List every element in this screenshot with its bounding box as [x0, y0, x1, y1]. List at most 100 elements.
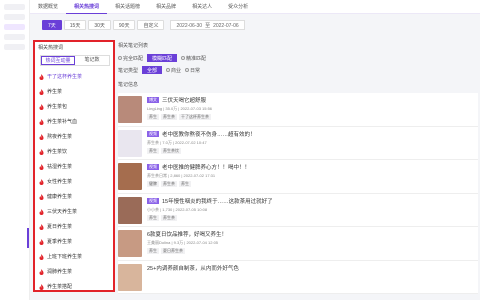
- note-tag[interactable]: 养生: [179, 181, 191, 187]
- note-tag[interactable]: 养生茶: [161, 214, 177, 221]
- note-row[interactable]: 6款夏日饮品推荐，好喝又养生！ 王美丽Dolina | 9.3万 | 2022-0…: [118, 227, 478, 261]
- tab-interaction[interactable]: 热词互动量: [41, 56, 75, 65]
- keyword-item[interactable]: 女性养生茶: [39, 174, 111, 189]
- note-row[interactable]: 视频 老中医推的健脾养心方！！喝中！！ 养生茶日常 | 2,860 | 2022-0…: [118, 160, 478, 194]
- note-type-badge: 博文: [147, 97, 159, 103]
- note-tag[interactable]: 养生: [147, 214, 159, 221]
- note-thumbnail[interactable]: [118, 263, 142, 291]
- date-range-picker[interactable]: 2022-06-30 至 2022-07-06: [170, 20, 245, 30]
- note-author[interactable]: LingLing: [147, 106, 162, 111]
- note-tag[interactable]: 夏日养生茶: [161, 248, 185, 254]
- note-author[interactable]: 王美丽Dolina: [147, 240, 170, 245]
- range-custom-button[interactable]: 自定义: [137, 20, 165, 30]
- keyword-item[interactable]: 熬夜养生茶: [39, 129, 111, 144]
- note-thumbnail[interactable]: [118, 96, 142, 123]
- match-option[interactable]: 精准匹配: [181, 55, 206, 62]
- keyword-item[interactable]: 健康养生茶: [39, 189, 111, 204]
- keyword-item[interactable]: 养生茶饮: [39, 144, 111, 159]
- note-type-badge: 视频: [147, 130, 159, 137]
- fire-icon: [39, 103, 44, 110]
- note-title[interactable]: 15年慢性咽炎的我终于……这款茶用过就好了: [162, 197, 273, 205]
- range-7d-button[interactable]: 7天: [42, 20, 62, 30]
- note-author[interactable]: 小小茶: [147, 207, 159, 212]
- keyword-item[interactable]: 夏季养生茶: [39, 234, 111, 249]
- note-tags: 养生 养生茶: [147, 214, 447, 221]
- sidebar-item[interactable]: [4, 14, 25, 20]
- keyword-item[interactable]: 夏日养生茶: [39, 219, 111, 234]
- sidebar-item[interactable]: [4, 4, 25, 10]
- keyword-item[interactable]: 三伏天养生茶: [39, 204, 111, 219]
- note-title[interactable]: 25+内调养颜自制茶，从内而外好气色: [147, 264, 239, 272]
- tab-audience[interactable]: 受众分析: [220, 0, 256, 14]
- keyword-item[interactable]: 干了这杯养生茶: [39, 69, 111, 84]
- note-row[interactable]: 视频 15年慢性咽炎的我终于……这款茶用过就好了 小小茶 | 1,730 | 202…: [118, 193, 478, 227]
- tab-topics[interactable]: 相关话题榜: [107, 0, 148, 14]
- note-info: 视频 老中医教你熬夜不伤身……超有效的！ 养生茶 | 7.0万 | 2022-07-…: [147, 130, 447, 154]
- sidebar-item[interactable]: [4, 24, 25, 30]
- note-tag[interactable]: 养生茶: [161, 181, 177, 187]
- note-thumbnail[interactable]: [118, 230, 142, 257]
- note-title[interactable]: 6款夏日饮品推荐，好喝又养生！: [147, 230, 227, 238]
- note-tag[interactable]: 健脾: [147, 181, 159, 187]
- notes-list-title: 相关笔记列表: [118, 43, 149, 49]
- sidebar-item[interactable]: [4, 34, 25, 40]
- note-thumbnail[interactable]: [118, 129, 142, 157]
- tab-influencers[interactable]: 相关达人: [184, 0, 220, 14]
- note-type-label: 笔记类型: [118, 67, 139, 74]
- note-header: 博文 三伏天喝它超舒服: [147, 96, 447, 104]
- note-title[interactable]: 三伏天喝它超舒服: [162, 96, 206, 104]
- note-row[interactable]: 博文 三伏天喝它超舒服 LingLing | 35.0万 | 2022-07-03 …: [118, 93, 478, 127]
- note-tag[interactable]: 干了这杯养生茶: [179, 114, 211, 120]
- keyword-label: 女性养生茶: [47, 179, 73, 185]
- match-option[interactable]: 完全匹配: [118, 55, 143, 62]
- note-tag[interactable]: 养生: [147, 114, 159, 120]
- note-thumbnail[interactable]: [118, 196, 142, 224]
- keyword-item[interactable]: 润肺养生茶: [39, 264, 111, 279]
- keyword-label: 熬夜养生茶: [47, 134, 73, 140]
- match-fuzzy-button[interactable]: 模糊匹配: [147, 54, 178, 62]
- note-thumbnail[interactable]: [118, 163, 142, 190]
- fire-icon: [39, 133, 44, 140]
- type-all-button[interactable]: 全部: [142, 66, 163, 74]
- keyword-item[interactable]: 养生茶: [39, 84, 111, 99]
- note-tags: 养生 养生茶 干了这杯养生茶: [147, 114, 447, 120]
- note-row[interactable]: 25+内调养颜自制茶，从内而外好气色: [118, 260, 478, 294]
- fire-icon: [39, 148, 44, 155]
- keyword-item[interactable]: 养生茶补气血: [39, 114, 111, 129]
- range-30d-button[interactable]: 30天: [88, 20, 111, 30]
- sidebar-scrollbar[interactable]: [27, 228, 29, 248]
- note-title[interactable]: 老中医推的健脾养心方！！喝中！！: [162, 163, 250, 171]
- note-likes: 1,730: [162, 206, 173, 212]
- keyword-label: 三伏天养生茶: [47, 209, 78, 215]
- keyword-label: 润肺养生茶: [47, 269, 73, 275]
- type-option[interactable]: 日常: [185, 67, 200, 74]
- keyword-list: 干了这杯养生茶 养生茶 养生茶包 养生茶补气血熬夜养生茶养生茶饮 祛湿养生茶女性养生茶健…: [39, 69, 111, 290]
- keyword-label: 夏日养生茶: [47, 224, 73, 230]
- tab-hot-search[interactable]: 相关热搜词: [66, 0, 108, 14]
- note-tag[interactable]: 养生: [147, 147, 159, 154]
- keyword-item[interactable]: 养生茶包: [39, 99, 111, 114]
- note-row[interactable]: 视频 老中医教你熬夜不伤身……超有效的！ 养生茶 | 7.0万 | 2022-07-…: [118, 126, 478, 160]
- note-meta: 养生茶 | 7.0万 | 2022-07-02 10:47: [147, 140, 447, 146]
- tab-data-overview[interactable]: 数据概览: [30, 0, 66, 14]
- note-tag[interactable]: 养生茶饮: [161, 147, 181, 154]
- note-author[interactable]: 养生茶: [147, 140, 159, 145]
- tab-brands[interactable]: 相关品牌: [148, 0, 184, 14]
- note-tag[interactable]: 养生茶: [161, 114, 177, 120]
- keyword-item[interactable]: 养生茶搭配: [39, 279, 111, 290]
- sidebar-item[interactable]: [4, 44, 25, 50]
- keyword-item[interactable]: 祛湿养生茶: [39, 159, 111, 174]
- note-author[interactable]: 养生茶日常: [147, 173, 167, 178]
- keyword-label: 健康养生茶: [47, 194, 73, 200]
- range-90d-button[interactable]: 90天: [112, 20, 136, 30]
- keyword-item[interactable]: 上班下班养生茶: [39, 249, 111, 264]
- note-header: 25+内调养颜自制茶，从内而外好气色: [147, 264, 447, 272]
- tab-note-count[interactable]: 笔记数: [75, 56, 109, 65]
- note-likes: 7.0万: [162, 139, 172, 145]
- note-date: 2022-07-02 10:47: [175, 139, 207, 145]
- range-15d-button[interactable]: 15天: [63, 20, 87, 30]
- type-option[interactable]: 商业: [166, 67, 181, 74]
- note-tag[interactable]: 养生: [147, 248, 159, 254]
- note-date: 2022-07-03 15:56: [180, 106, 213, 111]
- note-title[interactable]: 老中医教你熬夜不伤身……超有效的！: [162, 130, 256, 138]
